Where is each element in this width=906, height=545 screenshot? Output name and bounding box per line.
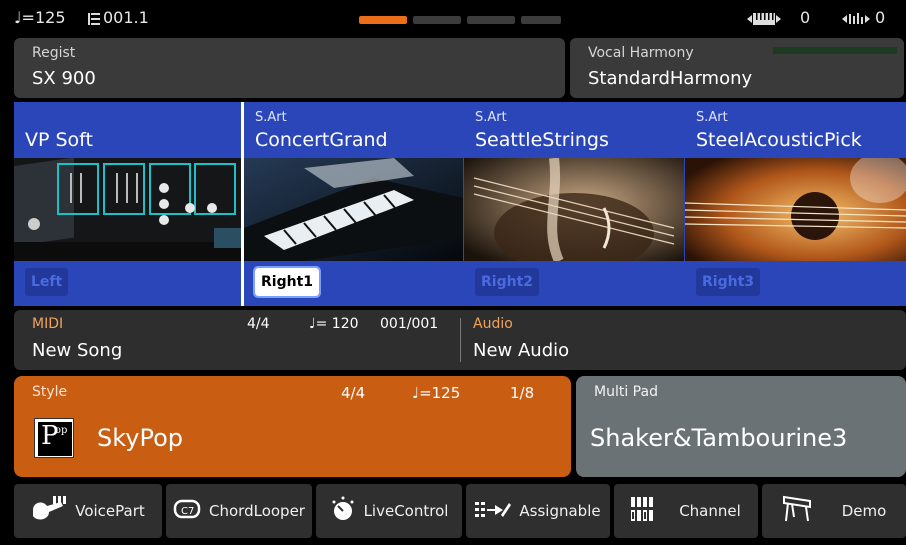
- multipad-name: Shaker&Tambourine3: [590, 424, 848, 452]
- voicepart-button[interactable]: VoicePart: [14, 484, 162, 538]
- tempo-readout: ♩=125: [14, 8, 66, 27]
- chordlooper-button[interactable]: C7 ChordLooper: [166, 484, 312, 538]
- midi-song-name: New Song: [32, 340, 123, 361]
- voice-part-right3[interactable]: S.Art SteelAcousticPick Right3: [685, 102, 906, 306]
- voice-category: S.Art: [696, 110, 728, 125]
- voice-name: ConcertGrand: [255, 129, 388, 151]
- keyboard-icon: [747, 11, 781, 30]
- midi-position: 001/001: [380, 316, 439, 332]
- keyboard-count: 0: [800, 8, 811, 27]
- voice-category: S.Art: [255, 110, 287, 125]
- voice-part-icon: [31, 496, 67, 526]
- part-button-right3[interactable]: Right3: [696, 268, 761, 296]
- assignable-button[interactable]: Assignable: [466, 484, 610, 538]
- chordlooper-label: ChordLooper: [209, 502, 305, 520]
- style-position: 1/8: [510, 384, 535, 402]
- midi-song-area[interactable]: MIDI New Song 4/4 ♩= 120 001/001: [14, 310, 460, 370]
- demo-label: Demo: [841, 502, 887, 520]
- audio-transpose-count: 0: [875, 8, 886, 27]
- measure-icon: [87, 11, 101, 30]
- status-bar: ♩=125 001.1 0 0: [0, 0, 906, 36]
- live-control-icon: [330, 496, 356, 526]
- demo-icon: [782, 495, 812, 527]
- guitar-image: [685, 158, 906, 261]
- voice-part-right1[interactable]: S.Art ConcertGrand Right1: [244, 102, 463, 306]
- voice-category: S.Art: [475, 110, 507, 125]
- chord-looper-icon: C7: [173, 498, 201, 524]
- page-indicator-4[interactable]: [521, 16, 561, 24]
- style-tempo: ♩=125: [412, 384, 461, 402]
- assignable-icon: [475, 499, 512, 523]
- part-button-right2[interactable]: Right2: [475, 268, 540, 296]
- vocal-level-meter: [773, 47, 897, 54]
- style-category-icon: P op: [34, 418, 74, 458]
- livecontrol-label: LiveControl: [363, 502, 449, 520]
- vocal-harmony-label: Vocal Harmony: [588, 45, 694, 61]
- midi-time-signature: 4/4: [247, 316, 270, 332]
- regist-panel[interactable]: Regist SX 900: [14, 38, 565, 98]
- demo-button[interactable]: Demo: [762, 484, 906, 538]
- regist-label: Regist: [32, 45, 76, 61]
- channel-icon: [631, 497, 654, 525]
- voice-name: VP Soft: [25, 129, 93, 151]
- assignable-label: Assignable: [519, 502, 601, 520]
- channel-button[interactable]: Channel: [614, 484, 758, 538]
- regist-value: SX 900: [32, 68, 96, 89]
- style-time-signature: 4/4: [341, 384, 366, 402]
- voice-name: SeattleStrings: [475, 129, 609, 151]
- strings-image: [464, 158, 684, 261]
- voice-panel: VP Soft Left S.Art ConcertGrand Right1 S…: [14, 102, 906, 306]
- song-panel: MIDI New Song 4/4 ♩= 120 001/001 Audio N…: [14, 310, 906, 370]
- livecontrol-button[interactable]: LiveControl: [316, 484, 462, 538]
- svg-text:C7: C7: [181, 506, 194, 517]
- part-button-right1[interactable]: Right1: [252, 266, 322, 298]
- page-indicator-2[interactable]: [413, 16, 461, 24]
- style-name: SkyPop: [97, 424, 184, 452]
- piano-image: [244, 158, 463, 261]
- audio-label: Audio: [473, 316, 513, 332]
- voice-part-left[interactable]: VP Soft Left: [14, 102, 241, 306]
- measure-readout: 001.1: [103, 8, 149, 27]
- voice-name: SteelAcousticPick: [696, 129, 862, 151]
- style-label: Style: [32, 384, 68, 400]
- midi-tempo: ♩= 120: [309, 316, 359, 332]
- channel-label: Channel: [679, 502, 741, 520]
- audio-transpose-icon: [842, 11, 872, 30]
- vocal-harmony-value: StandardHarmony: [588, 68, 753, 89]
- voice-part-right2[interactable]: S.Art SeattleStrings Right2: [464, 102, 684, 306]
- page-indicator-1[interactable]: [359, 16, 407, 24]
- multipad-panel[interactable]: Multi Pad Shaker&Tambourine3: [576, 376, 906, 477]
- multipad-label: Multi Pad: [594, 384, 658, 400]
- part-button-left[interactable]: Left: [25, 268, 69, 296]
- style-panel[interactable]: Style 4/4 ♩=125 1/8 P op SkyPop: [14, 376, 571, 477]
- page-indicator-3[interactable]: [467, 16, 515, 24]
- vocal-harmony-panel[interactable]: Vocal Harmony StandardHarmony: [570, 38, 904, 98]
- midi-label: MIDI: [32, 316, 64, 332]
- audio-song-name: New Audio: [473, 340, 570, 361]
- synth-image: [14, 158, 241, 261]
- audio-song-area[interactable]: Audio New Audio: [461, 310, 906, 370]
- voicepart-label: VoicePart: [75, 502, 145, 520]
